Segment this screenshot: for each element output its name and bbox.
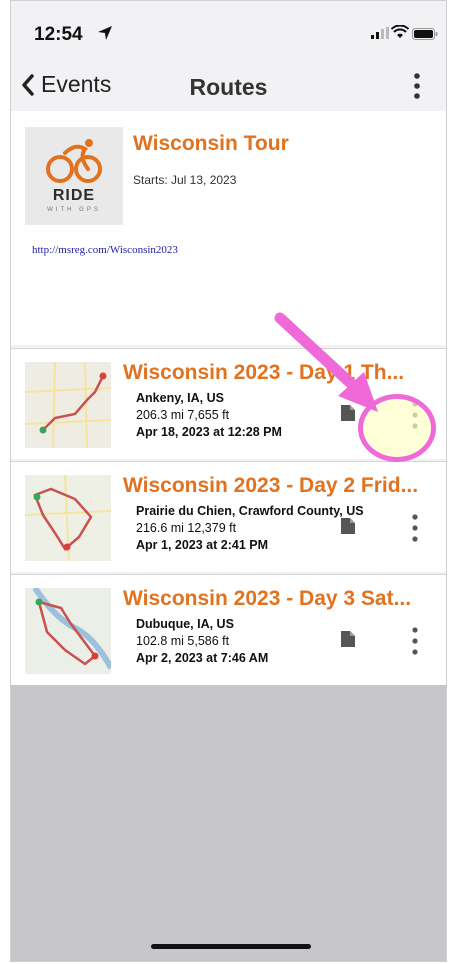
- battery-icon: [412, 28, 438, 40]
- route-row[interactable]: Wisconsin 2023 - Day 3 Sat... Dubuque, I…: [11, 574, 446, 685]
- wifi-icon: [391, 25, 409, 38]
- phone-screen: 12:54 Events Routes RIDE WITH GPS Wiscon…: [10, 0, 447, 962]
- status-time: 12:54: [34, 24, 83, 45]
- route-date: Apr 18, 2023 at 12:28 PM: [136, 425, 282, 439]
- more-vertical-icon[interactable]: [407, 625, 423, 657]
- route-map-thumbnail: [25, 362, 111, 448]
- event-link[interactable]: http://msreg.com/Wisconsin2023: [32, 244, 178, 256]
- ride-with-gps-logo: RIDE WITH GPS: [25, 127, 123, 225]
- route-row[interactable]: Wisconsin 2023 - Day 2 Frid... Prairie d…: [11, 461, 446, 572]
- location-arrow-icon: [98, 26, 112, 40]
- route-map-thumbnail: [25, 588, 111, 674]
- route-location: Dubuque, IA, US: [136, 617, 234, 631]
- route-map-thumbnail: [25, 475, 111, 561]
- route-location: Prairie du Chien, Crawford County, US: [136, 504, 364, 518]
- route-stats: 206.3 mi 7,655 ft: [136, 408, 230, 422]
- empty-list-area: [11, 685, 446, 961]
- route-location: Ankeny, IA, US: [136, 391, 224, 405]
- route-date: Apr 2, 2023 at 7:46 AM: [136, 651, 269, 665]
- status-bar: 12:54: [11, 1, 446, 61]
- event-title: Wisconsin Tour: [133, 132, 289, 155]
- route-stats: 216.6 mi 12,379 ft: [136, 521, 237, 535]
- logo-subtext: WITH GPS: [47, 207, 101, 213]
- event-start-date: Starts: Jul 13, 2023: [133, 173, 237, 187]
- home-indicator[interactable]: [151, 944, 311, 949]
- back-label: Events: [41, 71, 112, 97]
- more-vertical-icon[interactable]: [407, 71, 427, 101]
- route-date: Apr 1, 2023 at 2:41 PM: [136, 538, 269, 552]
- route-title: Wisconsin 2023 - Day 3 Sat...: [123, 587, 412, 610]
- pointer-arrow-icon: [274, 312, 378, 412]
- cyclist-icon: [46, 139, 102, 183]
- logo-text: RIDE: [52, 187, 96, 204]
- document-icon[interactable]: [341, 518, 355, 534]
- more-vertical-icon[interactable]: [407, 512, 423, 544]
- navigation-bar: Events Routes: [11, 63, 446, 109]
- route-title: Wisconsin 2023 - Day 2 Frid...: [123, 474, 419, 497]
- route-stats: 102.8 mi 5,586 ft: [136, 634, 230, 648]
- back-button[interactable]: Events: [21, 71, 111, 98]
- document-icon[interactable]: [341, 631, 355, 647]
- chevron-left-icon: [22, 73, 34, 96]
- signal-icon: [371, 27, 389, 39]
